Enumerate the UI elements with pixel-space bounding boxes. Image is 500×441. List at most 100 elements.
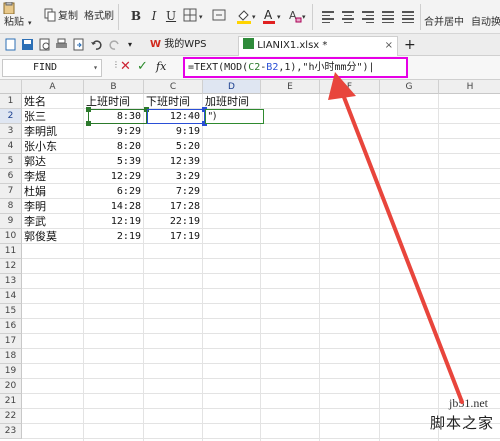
header-cell[interactable]: 姓名	[22, 94, 84, 109]
row-header-23[interactable]: 23	[0, 424, 22, 439]
fill-color-dropdown-icon[interactable]: ▾	[252, 8, 256, 26]
end-time-cell[interactable]: 17:19	[144, 229, 203, 244]
row-header-7[interactable]: 7	[0, 184, 22, 199]
row-header-18[interactable]: 18	[0, 349, 22, 364]
paste-button[interactable]: 粘贴	[4, 14, 24, 32]
name-box-dropdown-icon[interactable]: ▾	[93, 60, 98, 76]
font-color-icon[interactable]: A	[262, 8, 276, 26]
redo-icon[interactable]	[108, 38, 121, 51]
paste-dropdown-icon[interactable]: ▾	[28, 14, 32, 32]
start-time-cell[interactable]: 12:29	[84, 169, 144, 184]
row-header-6[interactable]: 6	[0, 169, 22, 184]
font-color-dropdown-icon[interactable]: ▾	[277, 8, 281, 26]
customize-dropdown-icon[interactable]: ▾	[128, 38, 141, 51]
end-time-cell[interactable]: 3:29	[144, 169, 203, 184]
column-header-c[interactable]: C	[144, 80, 203, 94]
column-header-g[interactable]: G	[380, 80, 439, 94]
italic-button[interactable]: I	[146, 7, 162, 25]
distributed-icon[interactable]	[402, 9, 416, 23]
align-center-icon[interactable]	[342, 9, 356, 23]
spreadsheet-grid[interactable]: ABCDEFGH 1 2 3 4 5 6 7 8 9 10 11 12 13 14 15 16 17 18 19 20…	[0, 80, 500, 441]
name-cell[interactable]: 张小东	[22, 139, 84, 154]
row-header-15[interactable]: 15	[0, 304, 22, 319]
row-header-16[interactable]: 16	[0, 319, 22, 334]
row-header-2[interactable]: 2	[0, 109, 22, 124]
row-header-9[interactable]: 9	[0, 214, 22, 229]
name-cell[interactable]: 李煜	[22, 169, 84, 184]
name-box[interactable]: FIND ▾	[2, 59, 102, 77]
name-cell[interactable]: 郭达	[22, 154, 84, 169]
tab-lianix1-xlsx[interactable]: LIANIX1.xlsx * ×	[238, 36, 398, 56]
row-header-22[interactable]: 22	[0, 409, 22, 424]
end-time-cell[interactable]: 12:39	[144, 154, 203, 169]
row-header-20[interactable]: 20	[0, 379, 22, 394]
row-header-11[interactable]: 11	[0, 244, 22, 259]
row-header-5[interactable]: 5	[0, 154, 22, 169]
column-header-b[interactable]: B	[84, 80, 144, 94]
print-icon[interactable]	[55, 38, 68, 51]
name-cell[interactable]: 张三	[22, 109, 84, 124]
tab-my-wps[interactable]: W 我的WPS	[146, 36, 210, 56]
save-icon[interactable]	[21, 38, 34, 51]
header-cell[interactable]: 上班时间	[84, 94, 144, 109]
fill-color-icon[interactable]	[236, 8, 252, 26]
column-header-a[interactable]: A	[22, 80, 84, 94]
header-cell[interactable]: 下班时间	[144, 94, 203, 109]
start-time-cell[interactable]: 9:29	[84, 124, 144, 139]
row-header-14[interactable]: 14	[0, 289, 22, 304]
column-header-d[interactable]: D	[203, 80, 261, 94]
name-cell[interactable]: 李武	[22, 214, 84, 229]
active-cell-d2[interactable]: ")	[205, 109, 264, 124]
column-header-f[interactable]: F	[320, 80, 380, 94]
column-header-h[interactable]: H	[439, 80, 500, 94]
start-time-cell[interactable]: 14:28	[84, 199, 144, 214]
insert-function-button[interactable]: fx	[156, 60, 166, 73]
name-cell[interactable]: 李明凯	[22, 124, 84, 139]
confirm-entry-button[interactable]: ✓	[137, 59, 148, 74]
row-header-12[interactable]: 12	[0, 259, 22, 274]
row-header-8[interactable]: 8	[0, 199, 22, 214]
cancel-entry-button[interactable]: ✕	[120, 59, 131, 74]
format-painter-button[interactable]: 格式刷	[84, 8, 114, 26]
merge-cells-icon[interactable]	[212, 8, 226, 26]
close-tab-icon[interactable]: ×	[385, 37, 393, 55]
start-time-cell[interactable]: 12:19	[84, 214, 144, 229]
align-left-icon[interactable]	[322, 9, 336, 23]
header-cell[interactable]: 加班时间	[203, 94, 261, 109]
formula-more-icon[interactable]: ⋮	[112, 60, 120, 69]
border-icon[interactable]	[183, 8, 197, 26]
wrap-text-button[interactable]: 自动换行	[471, 14, 500, 32]
row-header-17[interactable]: 17	[0, 334, 22, 349]
export-icon[interactable]	[72, 38, 85, 51]
copy-button[interactable]: 复制	[58, 8, 78, 26]
clear-format-icon[interactable]: A	[288, 8, 302, 26]
row-header-13[interactable]: 13	[0, 274, 22, 289]
align-right-icon[interactable]	[362, 9, 376, 23]
new-tab-button[interactable]: +	[400, 36, 420, 56]
row-header-4[interactable]: 4	[0, 139, 22, 154]
end-time-cell[interactable]: 7:29	[144, 184, 203, 199]
name-cell[interactable]: 李明	[22, 199, 84, 214]
print-preview-icon[interactable]	[38, 38, 51, 51]
end-time-cell[interactable]: 5:20	[144, 139, 203, 154]
formula-input[interactable]: =TEXT(MOD(C2-B2,1),"h小时mm分")|	[183, 57, 408, 78]
name-cell[interactable]: 郭俊莫	[22, 229, 84, 244]
start-time-cell[interactable]: 8:20	[84, 139, 144, 154]
underline-button[interactable]: U	[163, 7, 179, 25]
row-header-10[interactable]: 10	[0, 229, 22, 244]
start-time-cell[interactable]: 2:19	[84, 229, 144, 244]
end-time-cell[interactable]: 22:19	[144, 214, 203, 229]
end-time-cell[interactable]: 17:28	[144, 199, 203, 214]
row-header-19[interactable]: 19	[0, 364, 22, 379]
bold-button[interactable]: B	[128, 7, 144, 25]
paste-icon[interactable]	[2, 1, 16, 15]
undo-icon[interactable]	[90, 38, 103, 51]
new-file-icon[interactable]	[4, 38, 17, 51]
column-header-e[interactable]: E	[261, 80, 320, 94]
row-header-1[interactable]: 1	[0, 94, 22, 109]
row-header-21[interactable]: 21	[0, 394, 22, 409]
select-all-corner[interactable]	[0, 80, 22, 94]
row-header-3[interactable]: 3	[0, 124, 22, 139]
justify-icon[interactable]	[382, 9, 396, 23]
name-cell[interactable]: 杜娟	[22, 184, 84, 199]
